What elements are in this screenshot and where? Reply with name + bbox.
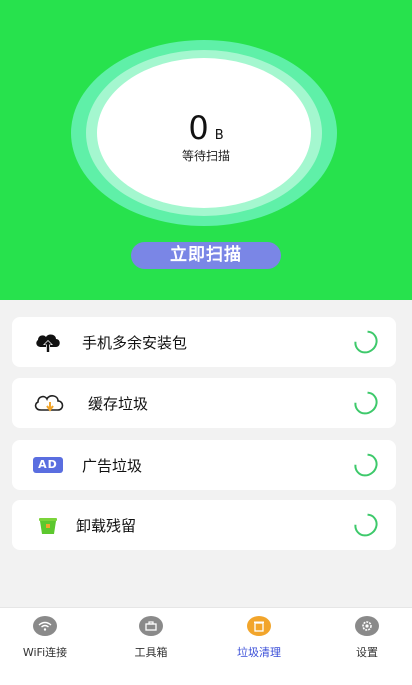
- junk-size-unit: B: [214, 128, 224, 143]
- list-item-ad-junk[interactable]: AD 广告垃圾: [12, 440, 396, 490]
- toolbox-icon: [139, 616, 163, 636]
- list-item-label: 手机多余安装包: [82, 334, 188, 352]
- loading-spinner-icon: [349, 325, 383, 359]
- trash-basket-icon: [32, 513, 64, 537]
- tab-label: 垃圾清理: [237, 646, 281, 659]
- scan-status: 等待扫描: [181, 149, 230, 163]
- cloud-upload-icon: [32, 330, 64, 354]
- cloud-download-icon: [32, 391, 68, 415]
- junk-size-number: 0: [188, 109, 209, 147]
- loading-spinner-icon: [349, 508, 383, 542]
- loading-spinner-icon: [349, 386, 383, 420]
- ad-badge: AD: [33, 457, 63, 473]
- list-item-uninstall-residue[interactable]: 卸载残留: [12, 500, 396, 550]
- list-item-label: 缓存垃圾: [88, 395, 149, 413]
- list-item-label: 广告垃圾: [82, 457, 143, 475]
- bottom-tab-bar: WiFi连接 工具箱 垃圾清理 设置: [0, 607, 412, 685]
- loading-spinner-icon: [349, 448, 383, 482]
- tab-label: WiFi连接: [22, 646, 68, 659]
- wifi-icon: [33, 616, 57, 636]
- tab-toolbox[interactable]: 工具箱: [106, 616, 196, 660]
- tab-settings[interactable]: 设置: [322, 616, 412, 660]
- trash-icon: [247, 616, 271, 636]
- list-item-label: 卸载残留: [76, 517, 137, 535]
- gear-icon: [355, 616, 379, 636]
- tab-wifi[interactable]: WiFi连接: [0, 616, 90, 660]
- scan-header: 0B 等待扫描 立即扫描: [0, 0, 412, 300]
- tab-label: 工具箱: [134, 646, 168, 659]
- list-item-cache-junk[interactable]: 缓存垃圾: [12, 378, 396, 428]
- list-item-redundant-apk[interactable]: 手机多余安装包: [12, 317, 396, 367]
- tab-junk-clean[interactable]: 垃圾清理: [214, 616, 304, 660]
- tab-label: 设置: [356, 646, 378, 659]
- ad-badge-icon: AD: [32, 453, 64, 477]
- scan-now-button[interactable]: 立即扫描: [131, 242, 281, 269]
